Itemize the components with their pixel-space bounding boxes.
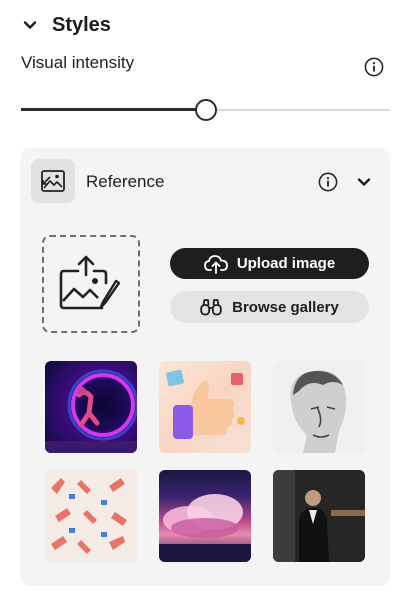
- sketch-portrait-image: [290, 370, 347, 453]
- binoculars-icon: [200, 299, 222, 316]
- neon-dancer-image: [45, 369, 137, 453]
- upload-image-icon: [59, 255, 121, 310]
- hand-pattern-image: [51, 478, 127, 554]
- styles-title: Styles: [52, 13, 111, 36]
- styles-section-toggle[interactable]: Styles: [22, 12, 111, 38]
- slider-thumb[interactable]: [195, 99, 217, 121]
- upload-image-button[interactable]: Upload image: [170, 248, 369, 279]
- visual-intensity-slider[interactable]: [21, 98, 390, 122]
- gallery-thumb-neon-dancer[interactable]: [45, 361, 137, 453]
- chevron-down-icon[interactable]: [356, 174, 372, 190]
- reference-icon-box: [31, 159, 75, 203]
- cloud-upload-icon: [203, 254, 228, 274]
- man-in-suit-image: [273, 470, 365, 562]
- pink-clouds-image: [159, 494, 251, 562]
- visual-intensity-label: Visual intensity: [21, 53, 135, 72]
- slider-fill: [21, 108, 206, 111]
- gallery-thumb-sketch-portrait[interactable]: [273, 361, 365, 453]
- thumbs-up-image: [166, 369, 245, 439]
- gallery-thumb-thumbs-up[interactable]: [159, 361, 251, 453]
- info-icon[interactable]: [364, 57, 384, 77]
- reference-image-icon: [41, 170, 65, 192]
- browse-gallery-button[interactable]: Browse gallery: [170, 291, 369, 323]
- chevron-down-icon: [23, 21, 37, 29]
- browse-gallery-label: Browse gallery: [232, 298, 339, 316]
- gallery-thumb-pink-clouds[interactable]: [159, 470, 251, 562]
- reference-label: Reference: [86, 172, 165, 191]
- gallery-thumb-man-in-suit[interactable]: [273, 470, 365, 562]
- gallery-thumb-hand-pattern[interactable]: [45, 470, 137, 562]
- reference-panel: Reference Upload image Browse gallery: [20, 148, 390, 586]
- upload-image-label: Upload image: [236, 255, 336, 272]
- info-icon[interactable]: [318, 172, 338, 192]
- upload-dropzone[interactable]: [42, 235, 140, 333]
